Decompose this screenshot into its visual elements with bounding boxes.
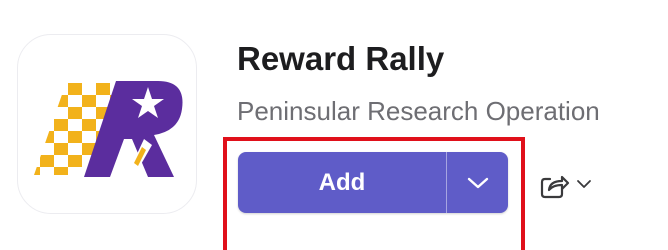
share-button[interactable] xyxy=(538,166,600,202)
app-icon xyxy=(17,34,197,214)
app-listing-card: Reward Rally Peninsular Research Operati… xyxy=(0,0,668,250)
app-title: Reward Rally xyxy=(237,40,445,77)
add-split-button: Add xyxy=(238,152,508,213)
chevron-down-icon xyxy=(467,177,488,188)
reward-rally-logo-icon xyxy=(34,81,183,177)
add-button[interactable]: Add xyxy=(238,152,446,213)
app-publisher[interactable]: Peninsular Research Operation xyxy=(237,94,600,128)
add-options-button[interactable] xyxy=(447,152,508,213)
chevron-down-icon xyxy=(577,180,591,188)
share-menu-chevron xyxy=(576,179,592,189)
share-icon xyxy=(538,168,570,200)
